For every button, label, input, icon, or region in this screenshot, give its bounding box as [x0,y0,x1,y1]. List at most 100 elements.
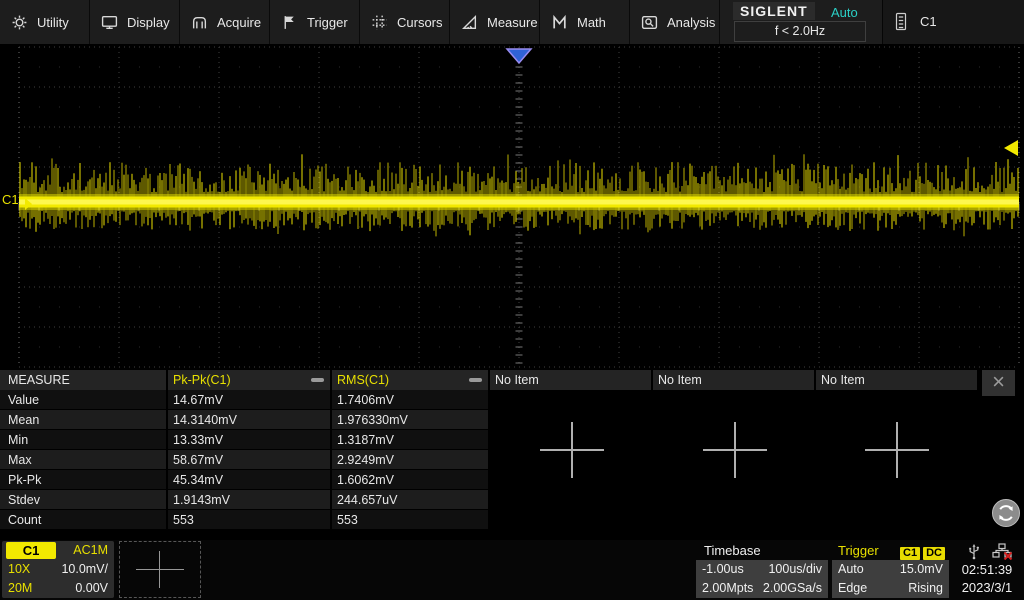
menu-utility[interactable]: Utility [0,0,90,44]
channel-list-icon [893,12,909,31]
channel-bandwidth: 20M [8,579,32,598]
menu-cursors[interactable]: Cursors [360,0,450,44]
menu-acquire[interactable]: Acquire [180,0,270,44]
channel-indicator-zone[interactable]: C1 [883,0,1024,44]
channel-offset: 0.00V [75,579,108,598]
measure-value: 553 [168,510,330,530]
measure-value: 14.3140mV [168,410,330,430]
measure-value: 58.67mV [168,450,330,470]
gear-icon [11,14,28,31]
measure-value: 1.3187mV [332,430,488,450]
measure-panel-title: MEASURE [0,370,166,390]
trigger-slope: Rising [908,579,943,598]
active-channel-label: C1 [920,14,937,29]
channel-attenuation: 10X [8,560,30,579]
measure-icon [461,14,478,31]
trigger-coupling-badge: DC [923,547,945,560]
remove-measure-icon[interactable] [311,378,324,382]
measure-slot-pkpk-label: Pk-Pk(C1) [173,373,231,387]
oscilloscope-screen: Utility Display Acquire Trigger Cursors [0,0,1024,600]
frequency-counter: f < 2.0Hz [734,21,866,42]
measure-value: 1.9143mV [168,490,330,510]
measure-value: 244.657uV [332,490,488,510]
siglent-logo: SIGLENT [733,2,815,20]
trigger-level-marker [1004,140,1018,156]
measure-value: 45.34mV [168,470,330,490]
trigger-position-marker [507,49,531,63]
timebase-title: Timebase [696,541,828,560]
measure-slot-empty-1[interactable]: No Item [490,370,651,390]
measure-slot-empty-2[interactable]: No Item [653,370,814,390]
flag-icon [281,14,298,31]
trigger-level: 15.0mV [900,560,943,579]
restore-icon[interactable] [992,499,1020,527]
menu-trigger-label: Trigger [307,15,348,30]
measure-row-label: Pk-Pk [0,470,166,490]
menu-math-label: Math [577,15,606,30]
measure-row-label: Mean [0,410,166,430]
menu-display-label: Display [127,15,170,30]
channel-volts-per-div: 10.0mV/ [61,560,108,579]
display-icon [101,14,118,31]
menu-measure[interactable]: Measure [450,0,540,44]
measure-slot-rms-label: RMS(C1) [337,373,389,387]
timebase-scale: 100us/div [768,560,822,579]
menu-acquire-label: Acquire [217,15,261,30]
measure-row-label: Value [0,390,166,410]
channel-coupling: AC1M [73,541,108,560]
add-measure-icon[interactable] [540,422,604,478]
measure-value: 1.976330mV [332,410,488,430]
timebase-sample-rate: 2.00GSa/s [763,579,822,598]
measure-value: 13.33mV [168,430,330,450]
usb-icon [966,543,982,560]
menu-cursors-label: Cursors [397,15,443,30]
system-status-zone: 02:51:39 2023/3/1 [950,540,1024,600]
menu-utility-label: Utility [37,15,69,30]
menu-display[interactable]: Display [90,0,180,44]
lan-disconnected-icon [992,543,1014,560]
menu-measure-label: Measure [487,15,538,30]
menu-math[interactable]: Math [540,0,630,44]
measure-row-label: Min [0,430,166,450]
measure-row-label: Stdev [0,490,166,510]
trigger-mode: Auto [838,560,864,579]
measure-value: 553 [332,510,488,530]
close-icon[interactable]: × [982,370,1015,396]
waveform-display: C1 [0,44,1024,370]
measure-row-label: Max [0,450,166,470]
add-measure-icon[interactable] [703,422,767,478]
timebase-memory-depth: 2.00Mpts [702,579,753,598]
add-measure-icon[interactable] [865,422,929,478]
channel-position-marker[interactable]: C1 [2,192,19,207]
remove-measure-icon[interactable] [469,378,482,382]
graticule-and-trace [0,44,1024,370]
measure-value: 1.6062mV [332,470,488,490]
cursors-icon [371,14,388,31]
analysis-icon [641,14,658,31]
add-channel-icon[interactable] [119,541,201,598]
acquire-icon [191,14,208,31]
top-menubar: Utility Display Acquire Trigger Cursors [0,0,1024,44]
trigger-descriptor-box[interactable]: Trigger C1DC Auto 15.0mV Edge Rising [832,541,949,598]
channel-descriptor-box[interactable]: C1 AC1M 10X 10.0mV/ 20M 0.00V [2,541,114,598]
trigger-type: Edge [838,579,867,598]
system-date: 2023/3/1 [950,580,1024,595]
channel-name-tab[interactable]: C1 [6,542,56,559]
math-icon [551,14,568,31]
measure-value: 1.7406mV [332,390,488,410]
acquisition-status: Auto [831,5,858,20]
measure-slot-pkpk[interactable]: Pk-Pk(C1) [168,370,330,390]
measure-value: 2.9249mV [332,450,488,470]
trigger-source-badge: C1 [900,547,920,560]
timebase-delay: -1.00us [702,560,744,579]
timebase-descriptor-box[interactable]: Timebase -1.00us 100us/div 2.00Mpts 2.00… [696,541,828,598]
trigger-title: Trigger [838,543,879,558]
bottom-status-bar: C1 AC1M 10X 10.0mV/ 20M 0.00V Timebase -… [0,540,1024,600]
measure-slot-empty-3[interactable]: No Item [816,370,977,390]
menu-analysis-label: Analysis [667,15,715,30]
measure-row-label: Count [0,510,166,530]
menu-trigger[interactable]: Trigger [270,0,360,44]
measure-slot-rms[interactable]: RMS(C1) [332,370,488,390]
measure-value: 14.67mV [168,390,330,410]
menu-analysis[interactable]: Analysis [630,0,720,44]
